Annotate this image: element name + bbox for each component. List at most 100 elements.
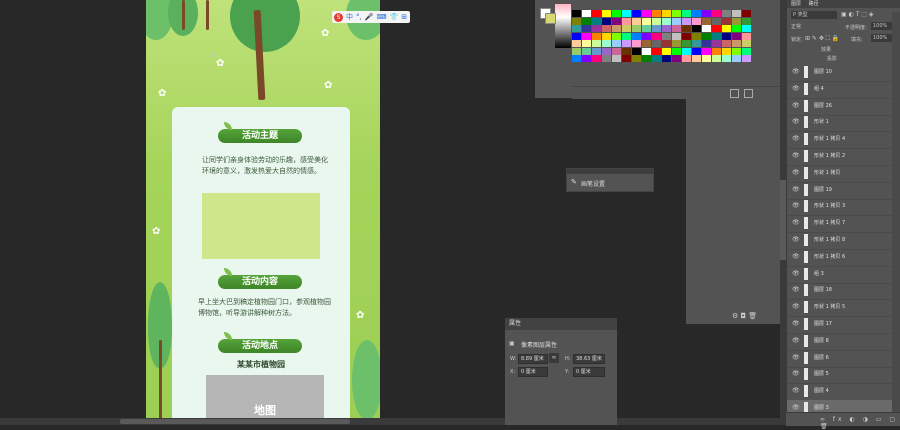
layer-row[interactable]: 👁 组 4 (787, 81, 893, 99)
swatch-cell[interactable] (702, 32, 711, 40)
swatch-cell[interactable] (622, 25, 631, 32)
swatch-cell[interactable] (722, 32, 731, 40)
filter-icons[interactable]: ▣ ◐ T ⬚ ◈ (841, 11, 873, 18)
swatch-cell[interactable] (692, 55, 701, 62)
swatch-cell[interactable] (592, 10, 601, 17)
visibility-eye-icon[interactable]: 👁 (792, 169, 800, 176)
swatch-cell[interactable] (612, 17, 621, 25)
swatch-cell[interactable] (722, 10, 731, 17)
visibility-eye-icon[interactable]: 👁 (792, 220, 800, 226)
visibility-eye-icon[interactable]: 👁 (792, 102, 800, 109)
swatch-cell[interactable] (652, 17, 661, 25)
swatch-cell[interactable] (602, 25, 611, 32)
layer-name[interactable]: 图层 10 (814, 64, 832, 81)
swatch-cell[interactable] (702, 40, 711, 47)
swatch-cell[interactable] (642, 40, 651, 47)
swatch-cell[interactable] (712, 55, 721, 62)
visibility-eye-icon[interactable]: 👁 (792, 153, 800, 159)
visibility-eye-icon[interactable]: 👁 (792, 371, 800, 377)
swatch-cell[interactable] (572, 40, 581, 47)
opacity-field[interactable]: 100% (871, 22, 893, 30)
swatch-cell[interactable] (652, 10, 661, 17)
swatch-cell[interactable] (602, 40, 611, 47)
swatch-cell[interactable] (592, 25, 601, 32)
layer-name[interactable]: 图层 5 (814, 366, 829, 383)
panel-drag-bar[interactable] (567, 169, 653, 174)
swatch-cell[interactable] (602, 32, 611, 40)
visibility-eye-icon[interactable]: 👁 (792, 270, 800, 277)
swatch-cell[interactable] (572, 10, 581, 17)
swatch-cell[interactable] (582, 17, 591, 25)
swatch-cell[interactable] (622, 55, 631, 62)
tab-paths[interactable]: 路径 (809, 1, 819, 7)
swatch-cell[interactable] (582, 32, 591, 40)
swatch-cell[interactable] (692, 10, 701, 17)
visibility-eye-icon[interactable]: 👁 (792, 85, 800, 92)
swatch-cell[interactable] (582, 47, 591, 55)
ime-toolbar[interactable]: S 中 °, 🎤 ⌨ 👕 ⊞ (332, 11, 410, 23)
swatch-cell[interactable] (702, 17, 711, 25)
swatch-cell[interactable] (692, 40, 701, 47)
visibility-eye-icon[interactable]: 👁 (792, 287, 800, 293)
swatch-cell[interactable] (732, 47, 741, 55)
swatch-cell[interactable] (722, 55, 731, 62)
swatch-cell[interactable] (582, 55, 591, 62)
width-field[interactable]: 8.89 厘米 (518, 354, 548, 364)
foreground-background-colors[interactable] (540, 8, 556, 24)
layer-row[interactable]: 👁 形状 1 拷贝 4 (787, 131, 893, 150)
swatch-cell[interactable] (742, 17, 751, 25)
swatch-cell[interactable] (662, 32, 671, 40)
layer-row[interactable]: 👁 形状 1 拷贝 2 (787, 148, 893, 166)
swatch-cell[interactable] (602, 17, 611, 25)
visibility-eye-icon[interactable]: 👁 (792, 136, 800, 142)
poster-document[interactable]: ✿ ✿ ✿ ✿ ✿ ✿ ✿ 活动主题 让同学们亲身体验劳动的乐趣，感受美化环境的… (146, 0, 380, 418)
visibility-eye-icon[interactable]: 👁 (792, 321, 800, 327)
swatch-cell[interactable] (622, 32, 631, 40)
swatch-cell[interactable] (692, 17, 701, 25)
layer-name[interactable]: 形状 1 拷贝 (814, 165, 840, 182)
swatch-cell[interactable] (622, 47, 631, 55)
swatch-cell[interactable] (622, 10, 631, 17)
swatch-cell[interactable] (632, 47, 641, 55)
visibility-eye-icon[interactable]: 👁 (792, 304, 800, 310)
swatch-cell[interactable] (642, 10, 651, 17)
layer-name[interactable]: 图层 17 (814, 316, 832, 333)
swatch-cell[interactable] (582, 40, 591, 47)
layer-row[interactable]: 👁 图层 26 (787, 98, 893, 116)
swatch-cell[interactable] (652, 25, 661, 32)
swatch-cell[interactable] (612, 25, 621, 32)
swatch-cell[interactable] (652, 47, 661, 55)
swatch-cell[interactable] (642, 17, 651, 25)
swatch-cell[interactable] (622, 17, 631, 25)
layer-row[interactable]: 👁 图层 4 (787, 383, 893, 402)
swatch-cell[interactable] (632, 17, 641, 25)
layers-scrollbar[interactable] (892, 12, 900, 412)
swatch-cell[interactable] (662, 55, 671, 62)
x-field[interactable]: 0 厘米 (518, 367, 548, 377)
swatch-cell[interactable] (732, 55, 741, 62)
layer-name[interactable]: 形状 1 (814, 114, 829, 131)
swatch-cell[interactable] (602, 47, 611, 55)
layer-actions-icons[interactable]: ∞ fx ◐ ◑ ▭ ▢ 🗑 (820, 416, 900, 430)
swatch-cell[interactable] (702, 47, 711, 55)
visibility-eye-icon[interactable]: 👁 (792, 354, 800, 361)
background-color-icon[interactable] (545, 13, 556, 24)
swatch-cell[interactable] (722, 25, 731, 32)
layer-row[interactable]: 👁 图层 5 (787, 366, 893, 385)
layer-name[interactable]: 图层 8 (814, 333, 829, 350)
new-swatch-icon[interactable] (730, 89, 739, 98)
swatch-cell[interactable] (682, 25, 691, 32)
swatch-cell[interactable] (622, 40, 631, 47)
y-field[interactable]: 0 厘米 (573, 367, 605, 377)
swatch-cell[interactable] (612, 40, 621, 47)
swatch-cell[interactable] (652, 40, 661, 47)
swatch-cell[interactable] (612, 47, 621, 55)
swatch-cell[interactable] (732, 25, 741, 32)
visibility-eye-icon[interactable]: 👁 (792, 253, 800, 260)
delete-swatch-icon[interactable] (744, 89, 753, 98)
swatch-cell[interactable] (632, 25, 641, 32)
swatch-cell[interactable] (672, 47, 681, 55)
properties-tab[interactable]: 属性 (505, 318, 617, 330)
swatch-cell[interactable] (572, 47, 581, 55)
swatch-cell[interactable] (742, 25, 751, 32)
